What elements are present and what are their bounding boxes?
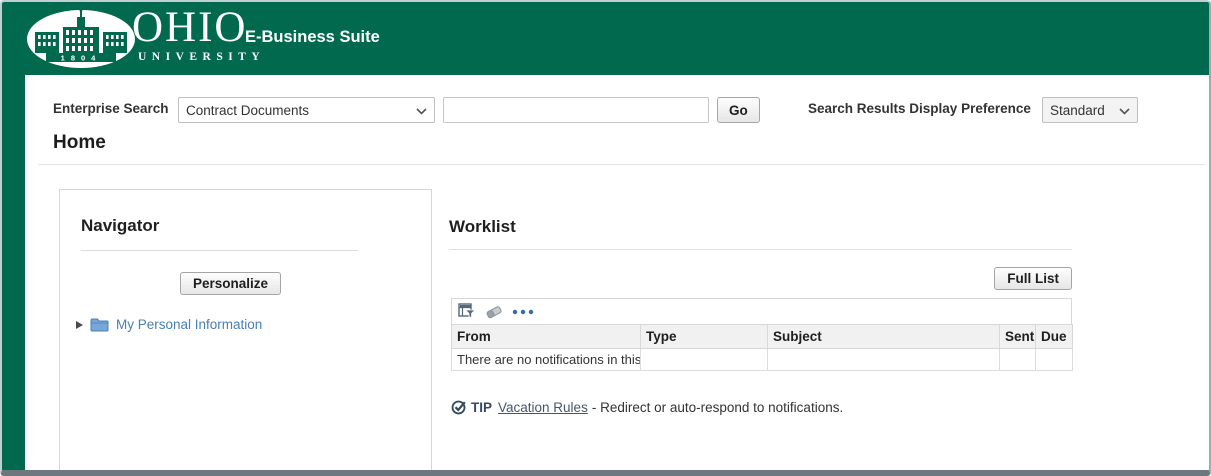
tip-label: TIP <box>471 399 493 415</box>
empty-message: There are no notifications in this view. <box>451 348 641 371</box>
tip-row: TIP Vacation Rules - Redirect or auto-re… <box>451 399 843 415</box>
expand-triangle-icon[interactable] <box>76 320 83 329</box>
brand-header: 1804 OHIO UNIVERSITY E-Business Suite <box>2 2 1209 75</box>
navigator-panel: Navigator Personalize My Personal Inform… <box>59 189 432 470</box>
page-title: Home <box>53 132 106 153</box>
display-preference-select[interactable]: Standard <box>1042 97 1138 123</box>
search-category-value: Contract Documents <box>186 102 310 118</box>
navigator-divider <box>81 250 358 251</box>
left-brand-strip <box>2 75 25 470</box>
empty-cell <box>999 348 1036 371</box>
worklist-empty-row: There are no notifications in this view. <box>451 348 1073 371</box>
display-preference-label: Search Results Display Preference <box>808 101 1031 116</box>
col-header-subject: Subject <box>767 324 1000 349</box>
vacation-rules-link[interactable]: Vacation Rules <box>498 400 588 415</box>
chevron-down-icon <box>416 103 427 118</box>
display-preference-value: Standard <box>1050 102 1105 118</box>
col-header-due: Due <box>1035 324 1073 349</box>
full-list-button[interactable]: Full List <box>994 267 1072 290</box>
enterprise-search-label: Enterprise Search <box>53 101 169 116</box>
go-button[interactable]: Go <box>717 97 760 123</box>
tree-item-label[interactable]: My Personal Information <box>116 317 262 332</box>
search-input[interactable] <box>443 97 709 123</box>
navigator-title: Navigator <box>81 216 160 235</box>
personalize-button[interactable]: Personalize <box>180 272 282 295</box>
worklist-table: From Type Subject Sent Due There are no … <box>451 324 1073 371</box>
logo-year: 1804 <box>61 54 102 63</box>
university-sub: UNIVERSITY <box>138 51 266 63</box>
university-seal-logo: 1804 <box>27 9 135 68</box>
worklist-divider <box>449 249 1072 250</box>
search-category-select[interactable]: Contract Documents <box>178 97 435 123</box>
suite-name: E-Business Suite <box>245 28 380 46</box>
worklist-header-row: From Type Subject Sent Due <box>451 324 1073 349</box>
filter-table-icon[interactable] <box>458 303 476 320</box>
tip-text: - Redirect or auto-respond to notificati… <box>591 399 844 415</box>
col-header-from: From <box>451 324 641 349</box>
chevron-down-icon <box>1119 103 1130 118</box>
eraser-icon[interactable] <box>485 305 503 319</box>
worklist-title: Worklist <box>449 217 516 236</box>
empty-cell <box>640 348 768 371</box>
col-header-type: Type <box>640 324 768 349</box>
ebs-home-window: 1804 OHIO UNIVERSITY E-Business Suite En… <box>0 0 1211 476</box>
folder-icon <box>90 318 109 332</box>
tip-check-icon <box>451 400 466 415</box>
empty-cell <box>767 348 1000 371</box>
empty-cell <box>1035 348 1073 371</box>
more-actions-icon[interactable] <box>512 309 534 315</box>
tree-item-my-personal-information[interactable]: My Personal Information <box>76 317 262 332</box>
university-name: OHIO <box>132 4 248 51</box>
col-header-sent: Sent <box>999 324 1036 349</box>
page-title-divider <box>38 164 1205 165</box>
worklist-toolbar <box>451 298 1072 324</box>
